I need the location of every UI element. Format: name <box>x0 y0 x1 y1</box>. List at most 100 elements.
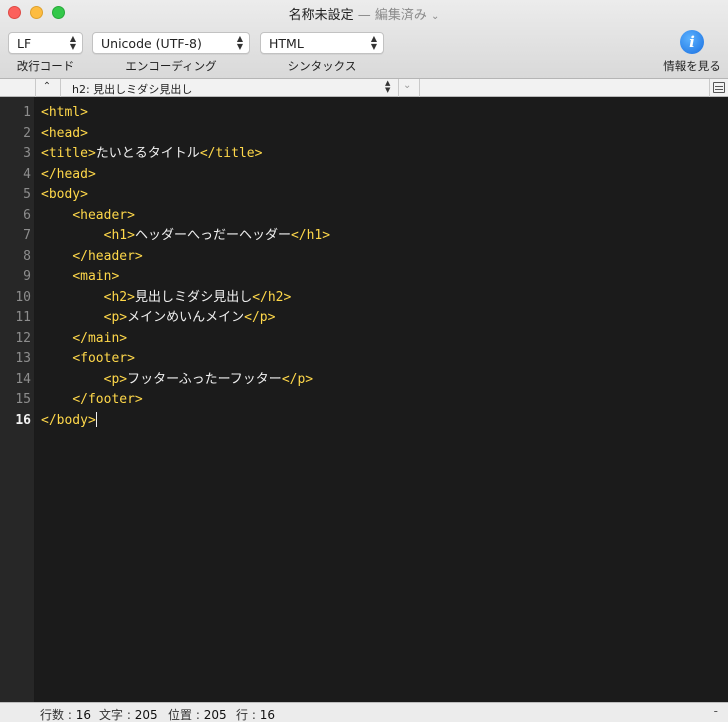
updown-arrows-icon: ▲ ▼ <box>69 34 76 51</box>
code-line[interactable]: <body> <box>41 185 330 206</box>
code-line[interactable]: </head> <box>41 165 330 186</box>
editor-window: 名称未設定 — 編集済み ⌄ LF ▲ ▼ 改行コード Unicode (UTF-… <box>0 0 728 722</box>
split-editor-icon[interactable] <box>713 82 725 93</box>
code-line[interactable]: <p>メインめいんメイン</p> <box>41 308 330 329</box>
status-right-indicator: - <box>713 704 718 718</box>
line-number: 2 <box>23 125 31 141</box>
chevron-up-icon[interactable]: ⌃ <box>36 81 58 95</box>
code-text[interactable]: <html> <head> <title>たいとるタイトル</title> </hea… <box>41 103 330 431</box>
code-tag: </header> <box>72 248 143 264</box>
syntax-label: シンタックス <box>287 59 357 73</box>
code-line[interactable]: <header> <box>41 206 330 227</box>
code-text-content: 見出しミダシ見出し <box>134 289 253 305</box>
status-position: 位置 : 205 <box>168 708 227 722</box>
code-tag: <main> <box>72 269 120 284</box>
code-line[interactable]: <main> <box>41 267 330 288</box>
code-tag: <body> <box>41 187 88 202</box>
encoding-popup[interactable]: Unicode (UTF-8) ▲ ▼ <box>92 32 250 54</box>
encoding-label: エンコーディング <box>125 59 217 73</box>
line-number: 7 <box>23 228 31 243</box>
line-number: 4 <box>23 166 31 182</box>
code-tag: <head> <box>41 125 88 141</box>
navbar-divider <box>419 79 420 97</box>
code-tag: </head> <box>41 166 96 182</box>
line-number: 9 <box>23 269 31 284</box>
encoding-value: Unicode (UTF-8) <box>101 36 202 51</box>
line-number: 10 <box>15 289 31 305</box>
code-line[interactable]: <html> <box>41 103 330 124</box>
code-tag: </body> <box>41 412 96 428</box>
code-line[interactable]: <head> <box>41 124 330 145</box>
updown-arrows-icon[interactable]: ▲ ▼ <box>385 80 390 94</box>
code-tag: </p> <box>281 371 314 387</box>
line-number: 5 <box>23 187 31 202</box>
status-bar: 行数 : 16 文字 : 205 位置 : 205 行 : 16 - <box>0 702 728 722</box>
line-ending-value: LF <box>17 36 32 51</box>
chevron-down-icon[interactable]: ⌄ <box>403 80 411 91</box>
code-line[interactable]: <footer> <box>41 349 330 370</box>
code-tag: </p> <box>244 310 276 325</box>
info-icon[interactable]: i <box>680 30 704 54</box>
line-number: 3 <box>23 146 31 161</box>
line-number: 14 <box>15 371 31 387</box>
code-text-content: たいとるタイトル <box>95 146 200 161</box>
code-line[interactable]: </main> <box>41 329 330 350</box>
line-number: 8 <box>23 248 31 264</box>
code-line[interactable]: </body> <box>41 411 330 432</box>
code-tag: </footer> <box>72 392 143 407</box>
document-name: 名称未設定 <box>288 8 354 23</box>
status-line-count: 行数 : 16 <box>40 708 91 722</box>
line-number: 6 <box>23 207 31 223</box>
line-number: 13 <box>15 351 31 366</box>
code-line[interactable]: <title>たいとるタイトル</title> <box>41 144 330 165</box>
navigation-bar: ⌃ h2: 見出しミダシ見出し ▲ ▼ ⌄ <box>0 79 728 97</box>
code-tag: </h1> <box>290 228 331 243</box>
updown-arrows-icon: ▲ ▼ <box>236 34 243 51</box>
code-tag: <h1> <box>103 228 135 243</box>
line-ending-popup[interactable]: LF ▲ ▼ <box>8 32 83 54</box>
status-current-line: 行 : 16 <box>236 708 275 722</box>
line-number: 12 <box>15 330 31 346</box>
code-line[interactable]: </header> <box>41 247 330 268</box>
title-chevron-icon: ⌄ <box>431 11 440 22</box>
code-tag: </main> <box>72 330 128 346</box>
status-char-count: 文字 : 205 <box>99 708 158 722</box>
code-tag: <h2> <box>103 289 135 305</box>
code-tag: <header> <box>72 207 135 223</box>
document-status: — 編集済み <box>357 8 427 23</box>
line-numbers: 1 2 3 4 5 6 7 8 9 10 11 12 13 14 15 16 <box>0 103 31 431</box>
code-text-content: フッターふったーフッター <box>127 371 282 387</box>
syntax-popup[interactable]: HTML ▲ ▼ <box>260 32 384 54</box>
code-tag: <p> <box>103 310 128 325</box>
line-ending-label: 改行コード <box>16 59 75 73</box>
navbar-divider <box>398 79 399 97</box>
code-text-content: ヘッダーへっだーヘッダー <box>134 228 291 243</box>
code-line[interactable]: </footer> <box>41 390 330 411</box>
window-title[interactable]: 名称未設定 — 編集済み ⌄ <box>0 4 728 23</box>
code-tag: <p> <box>103 371 128 387</box>
code-text-content: メインめいんメイン <box>127 310 245 325</box>
outline-current-item[interactable]: h2: 見出しミダシ見出し <box>72 81 192 97</box>
code-tag: </h2> <box>252 289 292 305</box>
updown-arrows-icon: ▲ ▼ <box>370 34 377 51</box>
line-number: 15 <box>15 392 31 407</box>
code-tag: <title> <box>41 146 96 161</box>
code-line[interactable]: <h2>見出しミダシ見出し</h2> <box>41 288 330 309</box>
code-line[interactable]: <p>フッターふったーフッター</p> <box>41 370 330 391</box>
code-line[interactable]: <h1>ヘッダーへっだーヘッダー</h1> <box>41 226 330 247</box>
line-number: 11 <box>15 310 31 325</box>
info-label[interactable]: 情報を見る <box>656 58 728 74</box>
toolbar: 名称未設定 — 編集済み ⌄ LF ▲ ▼ 改行コード Unicode (UTF-… <box>0 0 728 79</box>
navbar-divider <box>60 79 61 97</box>
text-cursor <box>95 411 97 427</box>
code-tag: <html> <box>41 105 88 120</box>
